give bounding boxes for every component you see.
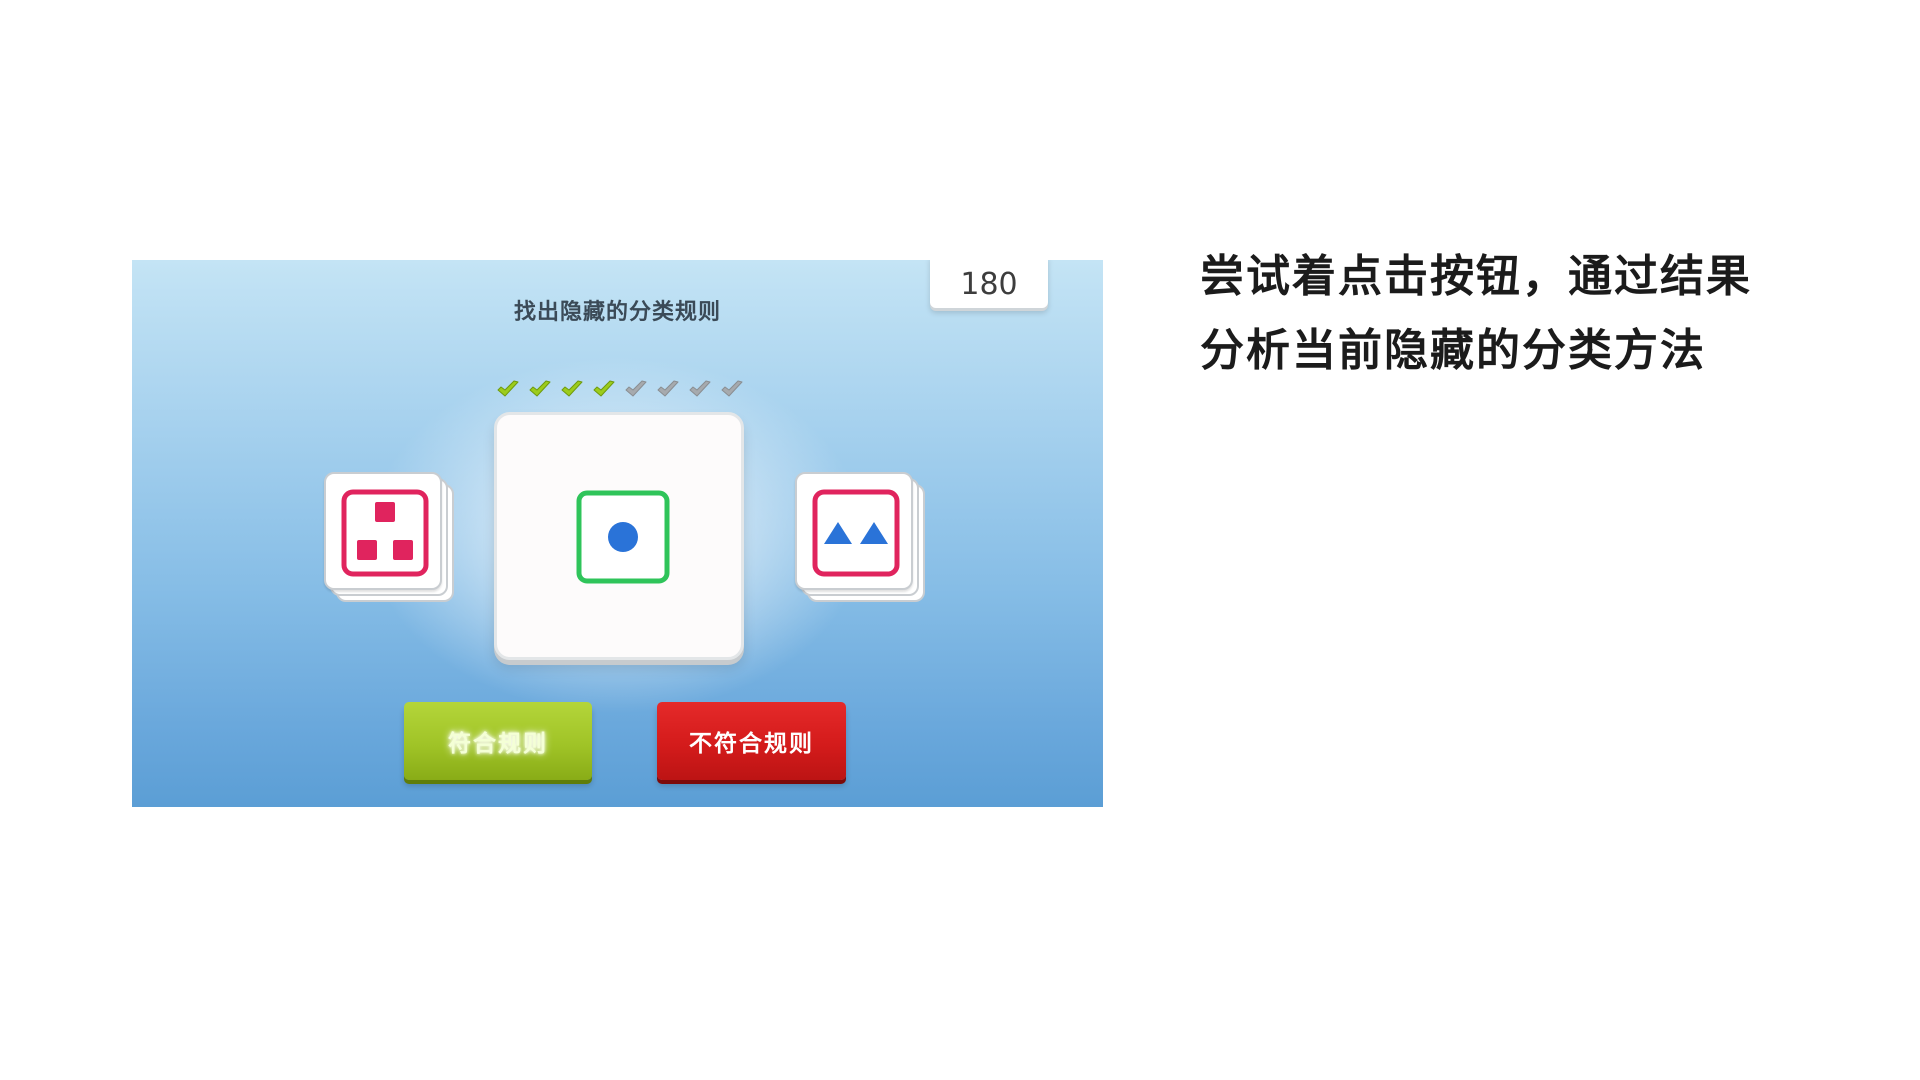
square-shape [393, 540, 413, 560]
slide: 180 找出隐藏的分类规则 符合规则 不符合规则 尝试着点击按钮，通过结果 分析… [0, 0, 1920, 1080]
two-triangles-card-face [812, 489, 900, 577]
not-match-rule-button[interactable]: 不符合规则 [657, 702, 846, 780]
match-rule-button[interactable]: 符合规则 [404, 702, 592, 780]
left-card-deck[interactable] [324, 472, 454, 602]
square-shape [357, 540, 377, 560]
check-pending-icon [689, 380, 711, 397]
circle-shape [608, 522, 638, 552]
check-done-icon [561, 380, 583, 397]
card-top [795, 472, 913, 590]
one-circle-card-face [576, 490, 670, 584]
instruction-line-1: 尝试着点击按钮，通过结果 [1200, 251, 1752, 302]
check-pending-icon [657, 380, 679, 397]
instruction-line-2: 分析当前隐藏的分类方法 [1200, 325, 1706, 376]
check-done-icon [497, 380, 519, 397]
check-pending-icon [721, 380, 743, 397]
three-squares-card-face [341, 489, 429, 577]
progress-checks [496, 378, 746, 404]
square-shape [375, 502, 395, 522]
right-card-deck[interactable] [795, 472, 925, 602]
check-done-icon [529, 380, 551, 397]
current-card [494, 412, 744, 660]
game-screen: 180 找出隐藏的分类规则 符合规则 不符合规则 [132, 260, 1103, 807]
game-title: 找出隐藏的分类规则 [513, 300, 721, 325]
card-top [324, 472, 442, 590]
check-done-icon [593, 380, 615, 397]
instruction-text: 尝试着点击按钮，通过结果 分析当前隐藏的分类方法 [1200, 240, 1820, 388]
check-pending-icon [625, 380, 647, 397]
